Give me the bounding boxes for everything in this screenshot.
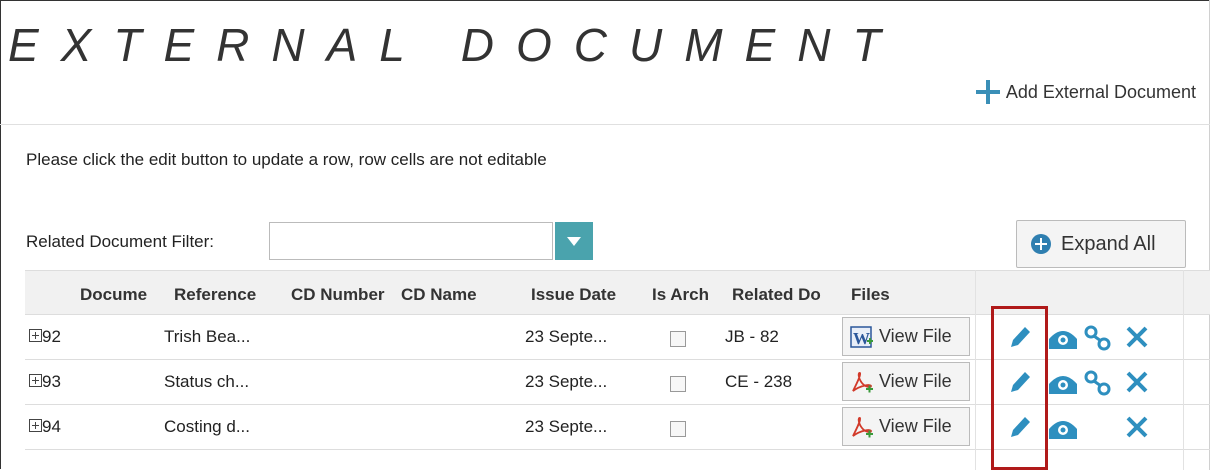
related-document-cell: CE - 238 — [725, 372, 793, 391]
expand-row-icon[interactable] — [29, 329, 42, 342]
column-header-issue-date[interactable]: Issue Date — [531, 285, 641, 305]
view-eye-icon[interactable] — [1047, 370, 1079, 401]
column-divider — [1183, 270, 1184, 470]
link-chain-icon[interactable] — [1083, 324, 1113, 357]
delete-x-icon[interactable] — [1125, 370, 1149, 399]
svg-text:W: W — [853, 329, 870, 348]
column-header-files[interactable]: Files — [851, 285, 931, 305]
add-external-document-button[interactable]: Add External Document — [975, 80, 1196, 104]
view-file-button[interactable]: View File — [842, 407, 970, 446]
view-file-label: View File — [879, 371, 952, 391]
chevron-down-icon — [567, 236, 581, 246]
pdf-icon — [849, 414, 875, 440]
view-file-button[interactable]: W View File — [842, 317, 970, 356]
view-eye-icon[interactable] — [1047, 325, 1079, 356]
column-header-document[interactable]: Docume — [80, 285, 162, 305]
issue-date-cell: 23 Septe... — [525, 417, 608, 436]
reference-cell: Costing d... — [164, 417, 250, 436]
document-number: 94 — [42, 417, 61, 436]
word-doc-icon: W — [849, 324, 875, 350]
edit-hint-text: Please click the edit button to update a… — [26, 150, 547, 169]
expand-row-icon[interactable] — [29, 374, 42, 387]
expand-all-label: Expand All — [1061, 232, 1156, 255]
is-archived-checkbox[interactable] — [670, 331, 686, 347]
document-number: 92 — [42, 327, 61, 346]
delete-x-icon[interactable] — [1125, 325, 1149, 354]
column-divider — [975, 270, 976, 470]
is-archived-checkbox[interactable] — [670, 421, 686, 437]
expand-row-icon[interactable] — [29, 419, 42, 432]
edit-column-highlight — [991, 306, 1048, 470]
view-eye-icon[interactable] — [1047, 415, 1079, 446]
expand-all-button[interactable]: Expand All — [1016, 220, 1186, 268]
issue-date-cell: 23 Septe... — [525, 327, 608, 346]
reference-cell: Trish Bea... — [164, 327, 251, 346]
add-external-document-label: Add External Document — [1005, 81, 1196, 102]
header-divider — [0, 124, 1210, 125]
plus-icon — [975, 80, 1000, 104]
is-archived-checkbox[interactable] — [670, 376, 686, 392]
issue-date-cell: 23 Septe... — [525, 372, 608, 391]
column-header-related-document[interactable]: Related Do — [732, 285, 842, 305]
column-header-cd-number[interactable]: CD Number — [291, 285, 391, 305]
related-document-filter-label: Related Document Filter: — [26, 232, 215, 251]
column-header-is-archived[interactable]: Is Arch — [652, 285, 727, 305]
page-title: EXTERNAL DOCUMENT — [8, 19, 903, 71]
column-header-cd-name[interactable]: CD Name — [401, 285, 511, 305]
link-chain-icon[interactable] — [1083, 369, 1113, 402]
view-file-button[interactable]: View File — [842, 362, 970, 401]
related-document-filter-input[interactable] — [269, 222, 553, 260]
filter-dropdown-button[interactable] — [555, 222, 593, 260]
related-document-cell: JB - 82 — [725, 327, 779, 346]
document-number: 93 — [42, 372, 61, 391]
plus-circle-icon — [1031, 234, 1051, 254]
view-file-label: View File — [879, 416, 952, 436]
pdf-icon — [849, 369, 875, 395]
view-file-label: View File — [879, 326, 952, 346]
reference-cell: Status ch... — [164, 372, 250, 391]
delete-x-icon[interactable] — [1125, 415, 1149, 444]
column-header-reference[interactable]: Reference — [174, 285, 278, 305]
